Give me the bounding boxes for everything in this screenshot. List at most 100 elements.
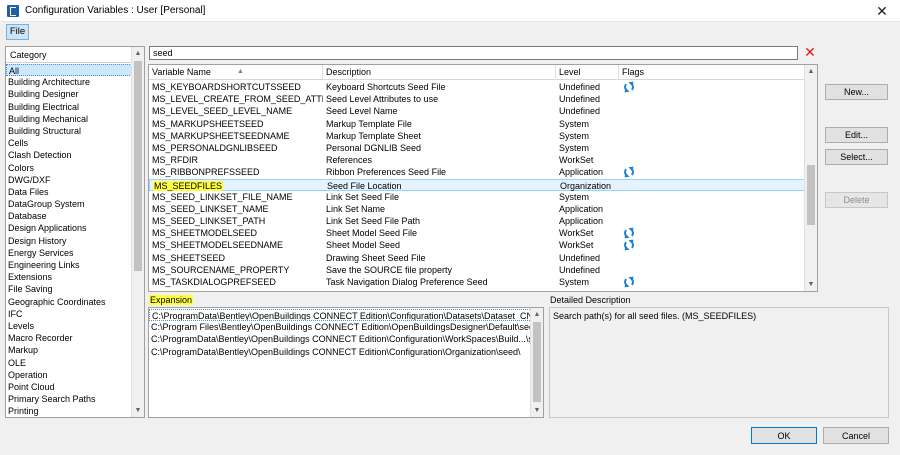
category-header[interactable]: Category [6,47,132,63]
category-item[interactable]: Markup [6,344,132,356]
category-item[interactable]: Building Electrical [6,101,132,113]
table-row[interactable]: MS_MARKUPSHEETSEED Markup Template File Sy… [149,118,805,130]
scroll-down-icon[interactable]: ▼ [132,404,144,417]
column-header-level[interactable]: Level [556,65,619,80]
level-cell: WorkSet [559,228,594,239]
scroll-up-icon[interactable]: ▲ [531,308,543,321]
menu-file[interactable]: File [6,24,29,40]
category-item[interactable]: Energy Services [6,247,132,259]
table-row[interactable]: MS_LEVEL_CREATE_FROM_SEED_ATTRIBU...Seed… [149,93,805,105]
table-row[interactable]: MS_RFDIR References WorkSet [149,154,805,166]
description-cell: Personal DGNLIB Seed [326,142,422,153]
table-row[interactable]: MS_SHEETMODELSEEDNAME Sheet Model Seed Wor… [149,239,805,251]
expansion-path-item[interactable]: C:\ProgramData\Bentley\OpenBuildings CON… [149,346,532,358]
category-item[interactable]: Operation [6,369,132,381]
category-item[interactable]: Design History [6,235,132,247]
category-item[interactable]: Database [6,210,132,222]
table-row[interactable]: MS_RIBBONPREFSSEED Ribbon Preferences See… [149,166,805,178]
variables-table[interactable]: Variable Name ▲ Description Level Flags M… [148,64,818,292]
expansion-path-item[interactable]: C:\ProgramData\Bentley\OpenBuildings CON… [149,333,532,345]
category-item[interactable]: Macro Recorder [6,332,132,344]
scroll-up-icon[interactable]: ▲ [132,47,144,60]
new-button[interactable]: New... [825,84,888,100]
table-row[interactable]: MS_SOURCENAME_PROPERTY Save the SOURCE fi… [149,264,805,276]
table-scrollbar[interactable]: ▲ ▼ [804,65,817,291]
column-header-description[interactable]: Description [323,65,556,80]
scroll-down-icon[interactable]: ▼ [531,404,543,417]
category-item[interactable]: Cells [6,137,132,149]
category-item[interactable]: Primary Search Paths [6,393,132,405]
table-row[interactable]: MS_PERSONALDGNLIBSEED Personal DGNLIB See… [149,142,805,154]
scroll-up-icon[interactable]: ▲ [805,65,817,78]
table-row[interactable]: MS_TASKDIALOGPREFSEED Task Navigation Dia… [149,276,805,288]
cancel-button[interactable]: Cancel [823,427,889,444]
close-icon[interactable]: ✕ [872,2,892,20]
table-row[interactable]: MS_SHEETMODELSEED Sheet Model Seed File Wo… [149,227,805,239]
category-item[interactable]: Data Files [6,186,132,198]
table-row[interactable]: MS_MARKUPSHEETSEEDNAME Markup Template Sh… [149,130,805,142]
select-button[interactable]: Select... [825,149,888,165]
category-item[interactable]: OLE [6,357,132,369]
column-header-flags[interactable]: Flags [619,65,805,80]
category-item[interactable]: DataGroup System [6,198,132,210]
category-item[interactable]: Printing [6,405,132,417]
scroll-down-icon[interactable]: ▼ [805,278,817,291]
category-item[interactable]: Building Designer [6,88,132,100]
description-cell: Markup Template Sheet [326,130,421,141]
table-row[interactable]: MS_SEED_LINKSET_FILE_NAME Link Set Seed F… [149,191,805,203]
table-row[interactable]: MS_SEEDFILES Seed File Location Organizati… [149,178,805,191]
variable-name-cell: MS_SHEETSEED [152,252,226,263]
flags-cell [619,276,659,290]
category-item[interactable]: File Saving [6,283,132,295]
variable-name-cell: MS_TASKDIALOGPREFSEED [152,277,276,287]
category-item[interactable]: Extensions [6,271,132,283]
category-item[interactable]: Design Applications [6,222,132,234]
refresh-icon [624,167,634,178]
table-row[interactable]: MS_SEED_LINKSET_NAME Link Set Name Applica… [149,203,805,215]
category-item[interactable]: Geographic Coordinates [6,296,132,308]
category-item[interactable]: Building Structural [6,125,132,137]
app-icon [7,5,19,17]
expansion-path-item[interactable]: C:\ProgramData\Bentley\OpenBuildings CON… [149,309,532,322]
category-item[interactable]: Point Cloud [6,381,132,393]
table-header: Variable Name ▲ Description Level Flags [149,65,805,80]
description-cell: References [326,155,373,166]
category-list[interactable]: Category All Building Architecture Buildin… [5,46,145,418]
variable-name-cell: MS_LEVEL_CREATE_FROM_SEED_ATTRIBU... [152,94,323,105]
category-item[interactable]: Clash Detection [6,149,132,161]
level-cell: WorkSet [559,155,594,166]
category-item[interactable]: Colors [6,162,132,174]
table-row[interactable]: MS_LEVEL_SEED_LEVEL_NAME Seed Level Name U… [149,105,805,117]
category-item[interactable]: Engineering Links [6,259,132,271]
level-cell: Undefined [559,82,601,92]
category-item[interactable]: All [6,64,132,77]
edit-button[interactable]: Edit... [825,127,888,143]
expansion-path-item[interactable]: C:\Program Files\Bentley\OpenBuildings C… [149,321,532,333]
description-cell: Seed Level Attributes to use [326,94,439,105]
category-item[interactable]: Building Mechanical [6,113,132,125]
scroll-thumb[interactable] [807,165,815,225]
scroll-thumb[interactable] [533,322,541,402]
delete-button[interactable]: Delete [825,192,888,208]
column-header-variable-name[interactable]: Variable Name ▲ [149,65,323,80]
variable-name-cell: MS_PERSONALDGNLIBSEED [152,142,278,153]
category-item[interactable]: DWG/DXF [6,174,132,186]
category-item[interactable]: Building Architecture [6,76,132,88]
category-item[interactable]: IFC [6,308,132,320]
expansion-scrollbar[interactable]: ▲ ▼ [530,308,543,417]
search-input[interactable] [149,46,798,60]
variable-name-cell: MS_SEED_LINKSET_FILE_NAME [152,191,293,202]
expansion-label: Expansion [149,295,194,305]
description-cell: Sheet Model Seed File [326,228,418,239]
category-scrollbar[interactable]: ▲ ▼ [131,47,144,417]
expansion-list[interactable]: C:\ProgramData\Bentley\OpenBuildings CON… [148,307,544,418]
category-item[interactable]: Levels [6,320,132,332]
clear-search-icon[interactable]: ✕ [803,44,817,60]
window-title: Configuration Variables : User [Personal… [25,5,206,16]
table-row[interactable]: MS_KEYBOARDSHORTCUTSSEED Keyboard Shortcu… [149,81,805,93]
scroll-thumb[interactable] [134,61,142,271]
table-row[interactable]: MS_SHEETSEED Drawing Sheet Seed File Undef… [149,252,805,264]
ok-button[interactable]: OK [751,427,817,444]
table-row[interactable]: MS_SEED_LINKSET_PATH Link Set Seed File P… [149,215,805,227]
description-cell: Link Set Name [326,203,386,214]
